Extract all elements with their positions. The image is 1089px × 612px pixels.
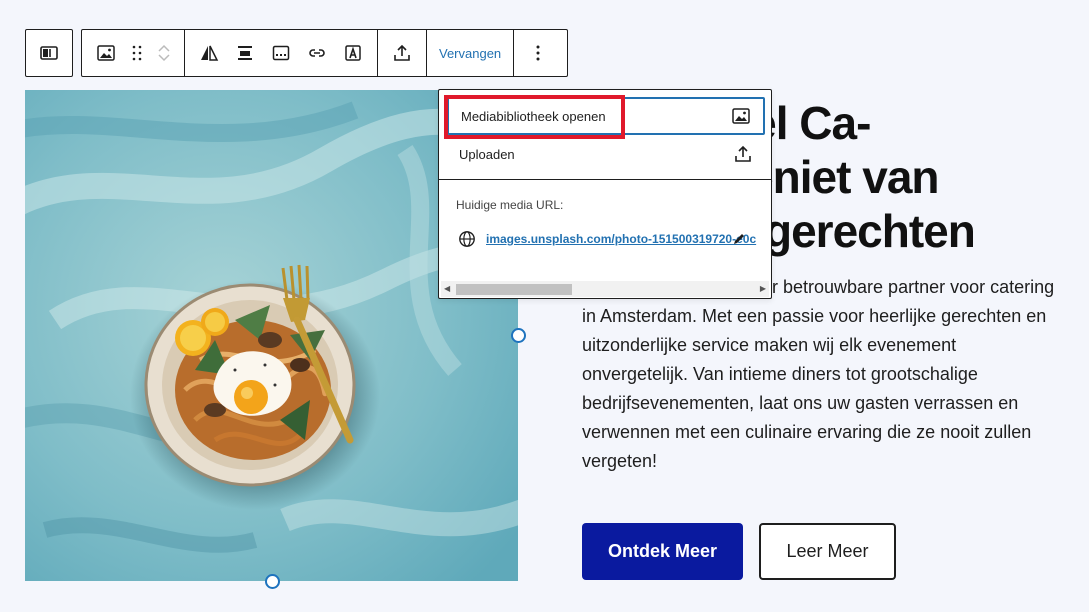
discover-more-button[interactable]: Ontdek Meer xyxy=(582,523,743,580)
current-media-url-label: Huidige media URL: xyxy=(456,198,564,212)
paragraph-line: verwennen met een culinaire ervaring die… xyxy=(582,422,1032,442)
scroll-left-arrow-icon[interactable]: ◀ xyxy=(444,284,450,293)
scrollbar-thumb[interactable] xyxy=(456,284,572,295)
scroll-right-arrow-icon[interactable]: ▶ xyxy=(760,284,766,293)
open-media-library-item[interactable]: Mediabibliotheek openen xyxy=(447,97,765,135)
align-center-icon xyxy=(238,46,252,60)
pencil-icon[interactable] xyxy=(732,232,746,246)
paragraph-line: onvergetelijk. Van intieme diners tot gr… xyxy=(582,364,978,384)
upload-item[interactable]: Uploaden xyxy=(447,135,765,173)
chevron-down-icon[interactable] xyxy=(157,53,171,63)
paragraph-line: vergeten! xyxy=(582,451,658,471)
more-vertical-icon xyxy=(536,45,540,61)
drag-icon xyxy=(132,45,142,61)
upload-icon xyxy=(394,44,410,61)
dropdown-divider xyxy=(439,179,771,180)
image-block-button[interactable] xyxy=(88,35,124,71)
toolbar-section-upload xyxy=(378,30,427,76)
toolbar-section-format xyxy=(185,30,378,76)
replace-media-dropdown: Mediabibliotheek openen Uploaden Huidige… xyxy=(438,89,772,299)
flip-button[interactable] xyxy=(191,35,227,71)
media-text-block-button[interactable] xyxy=(31,35,67,71)
image-icon xyxy=(97,45,115,61)
toolbar-section-move xyxy=(82,30,185,76)
media-text-icon xyxy=(40,46,58,60)
upload-icon xyxy=(735,145,751,162)
replace-button[interactable]: Vervangen xyxy=(433,46,507,61)
learn-more-button[interactable]: Leer Meer xyxy=(759,523,896,580)
caption-button[interactable] xyxy=(263,35,299,71)
toolbar-section-options xyxy=(514,30,562,76)
paragraph-line: in Amsterdam. Met een passie voor heerli… xyxy=(582,306,1047,326)
upload-label: Uploaden xyxy=(459,146,515,162)
paragraph-line: bedrijfsevenementen, laat ons uw gasten … xyxy=(582,393,1019,413)
block-toolbar: Vervangen xyxy=(81,29,568,77)
open-media-library-label: Mediabibliotheek openen xyxy=(461,108,606,124)
link-button[interactable] xyxy=(299,35,335,71)
drag-handle[interactable] xyxy=(124,35,150,71)
resize-handle-right[interactable] xyxy=(511,328,526,343)
toolbar-section-replace: Vervangen xyxy=(427,30,515,76)
more-options-button[interactable] xyxy=(520,35,556,71)
image-icon xyxy=(732,108,750,124)
paragraph-line: uitzonderlijke service maken wij elk eve… xyxy=(582,335,957,355)
text-overlay-icon xyxy=(345,45,361,61)
chevron-up-icon[interactable] xyxy=(157,43,171,53)
current-media-url-link[interactable]: images.unsplash.com/photo-151500319720-e… xyxy=(486,232,756,246)
block-mover xyxy=(150,35,178,71)
flip-icon xyxy=(201,45,219,61)
globe-icon xyxy=(459,231,475,247)
block-type-toolbar xyxy=(25,29,73,77)
horizontal-scrollbar[interactable]: ◀ ▶ xyxy=(441,281,769,297)
align-button[interactable] xyxy=(227,35,263,71)
intro-paragraph: r betrouwbare partner voor catering in A… xyxy=(582,273,1077,476)
link-icon xyxy=(309,49,325,57)
resize-handle-bottom[interactable] xyxy=(265,574,280,589)
caption-icon xyxy=(272,45,290,61)
current-media-url-row: images.unsplash.com/photo-151500319720-e… xyxy=(458,230,756,248)
upload-button[interactable] xyxy=(384,35,420,71)
text-overlay-button[interactable] xyxy=(335,35,371,71)
